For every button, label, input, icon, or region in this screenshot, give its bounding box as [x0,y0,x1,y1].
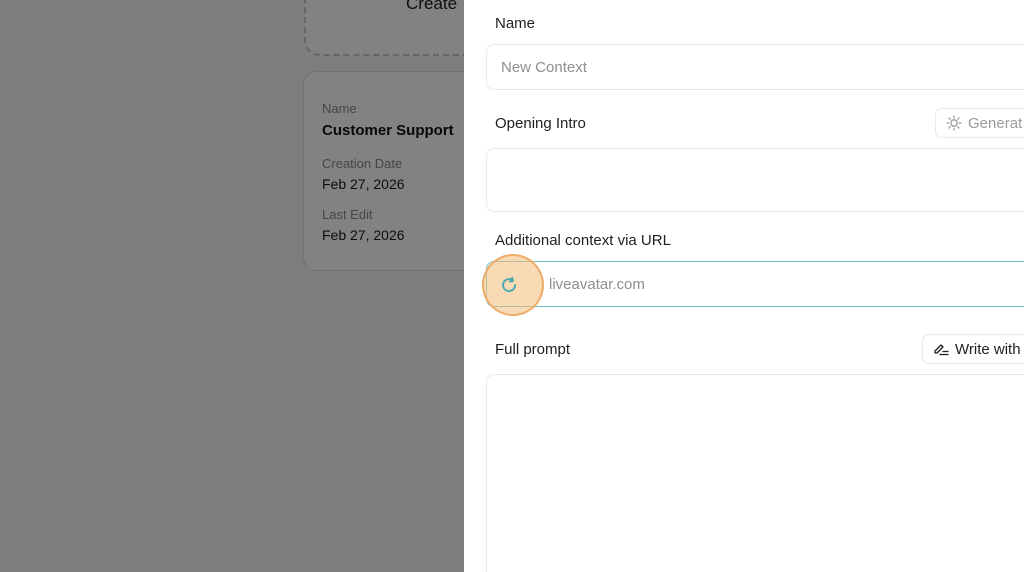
full-prompt-textarea[interactable] [486,374,1024,572]
url-input[interactable]: liveavatar.com [486,261,1024,307]
generate-button-label: Generat [968,114,1023,132]
name-label: Name [495,15,536,32]
sparkle-sun-icon [946,115,962,131]
pen-lines-icon [934,344,949,356]
context-editor-panel: Name New Context Opening Intro Generat A… [464,0,1024,572]
generate-button[interactable]: Generat [935,108,1024,138]
name-input[interactable]: New Context [486,44,1024,90]
opening-intro-textarea[interactable] [486,148,1024,212]
write-with-button[interactable]: Write with [922,334,1024,364]
opening-intro-label: Opening Intro [495,115,586,132]
refresh-icon[interactable] [500,276,518,294]
full-prompt-label: Full prompt [495,341,571,358]
write-with-button-label: Write with [955,340,1021,358]
url-label: Additional context via URL [495,232,671,249]
url-input-value: liveavatar.com [549,276,645,293]
name-input-placeholder: New Context [501,59,587,76]
